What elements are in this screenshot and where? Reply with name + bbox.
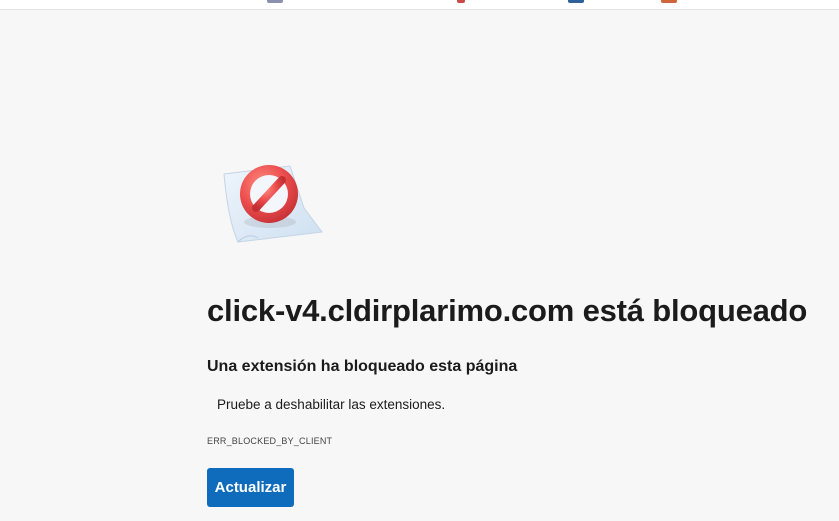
- tab-icon-fragment: [457, 0, 465, 3]
- tab-icon-fragment: [267, 0, 283, 3]
- error-subtitle: Una extensión ha bloqueado esta página: [207, 358, 518, 375]
- tab-icon-fragment: [661, 0, 677, 3]
- refresh-button[interactable]: Actualizar: [207, 468, 294, 507]
- blocked-sign-icon: [223, 165, 323, 243]
- browser-top-strip: [0, 0, 839, 10]
- error-page: click-v4.cldirplarimo.com está bloqueado…: [0, 0, 839, 521]
- error-code: ERR_BLOCKED_BY_CLIENT: [207, 436, 333, 446]
- suggestion-text: Pruebe a deshabilitar las extensiones.: [217, 397, 446, 412]
- tab-icon-fragment: [568, 0, 584, 3]
- page-title: click-v4.cldirplarimo.com está bloqueado: [207, 293, 808, 328]
